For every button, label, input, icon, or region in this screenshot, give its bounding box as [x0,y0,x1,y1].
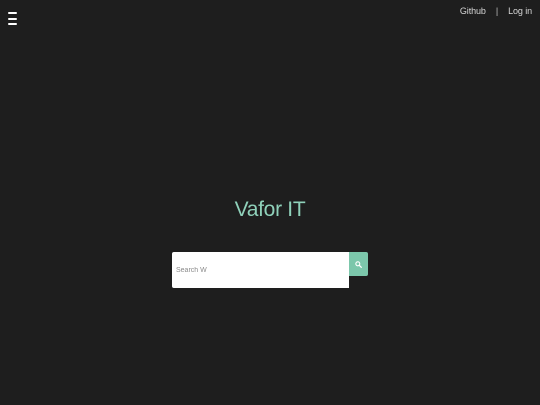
search-icon [355,260,362,268]
hamburger-menu-icon-bottom [8,23,17,25]
page-title: Vafor IT [234,198,306,221]
search-form [172,252,368,288]
hamburger-menu-icon-middle [8,17,17,20]
search-button[interactable] [349,252,368,276]
nav-separator: | [495,6,499,16]
search-input[interactable] [172,252,349,288]
login-link[interactable]: Log in [508,6,532,16]
hamburger-menu-icon [8,12,17,14]
top-nav: Github | Log in [460,6,532,16]
menu-button[interactable] [8,11,20,25]
github-link[interactable]: Github [460,6,486,16]
page: Github | Log in Vafor IT [0,0,540,405]
